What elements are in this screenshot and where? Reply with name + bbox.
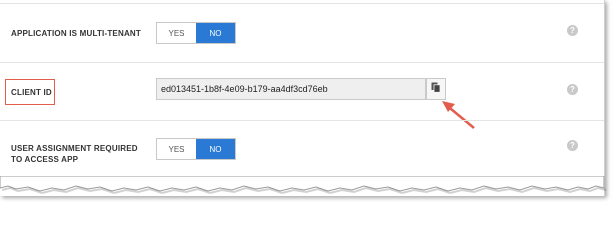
user-assignment-yes-option[interactable]: YES [157,139,196,159]
user-assignment-toggle[interactable]: YES NO [156,138,236,160]
red-arrow-annotation [442,101,475,129]
user-assignment-label: USER ASSIGNMENT REQUIRED TO ACCESS APP [11,144,138,164]
user-assignment-no-option[interactable]: NO [196,139,235,159]
row-divider [0,120,604,121]
settings-panel: APPLICATION IS MULTI-TENANT YES NO ? CLI… [0,0,605,196]
help-icon[interactable]: ? [567,140,578,151]
torn-edge [0,176,607,195]
